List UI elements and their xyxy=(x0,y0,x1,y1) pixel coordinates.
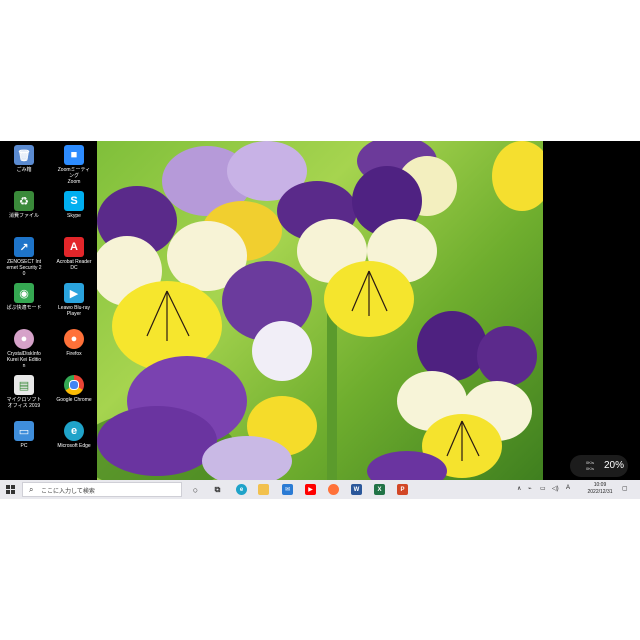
desktop-icon-label: Leawo Blu-ray Player xyxy=(58,305,90,317)
clock-date: 2022/12/31 xyxy=(587,489,613,495)
desktop-screen: 🗑 ごみ箱 ■ Zoomミーティング Zoom ♻ 消費ファイル S Skype… xyxy=(0,141,640,499)
desktop-icon-label: ZENOSECT Internet Security 20 xyxy=(6,259,42,277)
word-icon[interactable]: W xyxy=(351,484,362,495)
recycle-bin-icon: 🗑 xyxy=(14,145,34,165)
firefox-icon[interactable] xyxy=(328,484,339,495)
desktop-icon-chrome[interactable]: Google Chrome xyxy=(56,375,92,403)
edge-icon[interactable]: e xyxy=(236,484,247,495)
taskbar: ⌕ ここに入力して検索 ○ ⧉ e ✉ ▶ W X P ∧ ⌁ ▭ ◁) A 1… xyxy=(0,480,640,499)
desktop-icon-label: Zoomミーティング Zoom xyxy=(57,167,91,185)
pansy-flowers-image xyxy=(97,141,543,480)
cortana-icon[interactable]: ○ xyxy=(190,484,201,495)
usage-percent: 20% xyxy=(604,460,625,471)
battery-icon[interactable]: ▭ xyxy=(540,485,546,492)
desktop-icon-label: 消費ファイル xyxy=(8,213,39,219)
desktop-icon-label: ぱぶ快適モード xyxy=(6,305,42,311)
taskbar-search-box[interactable]: ⌕ ここに入力して検索 xyxy=(22,482,182,497)
desktop-icon-security[interactable]: ↗ ZENOSECT Internet Security 20 xyxy=(6,237,42,277)
ime-indicator[interactable]: A xyxy=(566,485,570,491)
desktop-icon-recycle-file[interactable]: ♻ 消費ファイル xyxy=(6,191,42,219)
desktop-icon-eye-mode[interactable]: ◉ ぱぶ快適モード xyxy=(6,283,42,311)
desktop-icon-label: CrystalDiskInfo Kurei Kei Edition xyxy=(6,351,42,369)
search-icon: ⌕ xyxy=(29,485,34,494)
excel-icon[interactable]: X xyxy=(374,484,385,495)
desktop-icon-label: Google Chrome xyxy=(56,397,92,403)
firefox-icon: ● xyxy=(64,329,84,349)
desktop-icon-office[interactable]: ▤ マイクロソフトオフィス 2019 xyxy=(6,375,42,409)
desktop-icon-label: Acrobat Reader DC xyxy=(56,259,92,271)
search-placeholder: ここに入力して検索 xyxy=(41,489,95,495)
bluray-player-icon: ▶ xyxy=(64,283,84,303)
desktop-icon-label: Firefox xyxy=(66,351,82,357)
task-view-icon[interactable]: ⧉ xyxy=(212,484,223,495)
system-clock[interactable]: 10:09 2022/12/31 xyxy=(582,482,618,496)
edge-icon: e xyxy=(64,421,84,441)
desktop-icon-skype[interactable]: S Skype xyxy=(56,191,92,219)
volume-icon[interactable]: ◁) xyxy=(552,485,559,492)
start-button[interactable] xyxy=(0,480,20,499)
desktop-icon-crystaldiskinfo[interactable]: ● CrystalDiskInfo Kurei Kei Edition xyxy=(6,329,42,369)
skype-icon: S xyxy=(64,191,84,211)
desktop-icon-acrobat[interactable]: A Acrobat Reader DC xyxy=(56,237,92,271)
desktop-icon-pc[interactable]: ▭ PC xyxy=(6,421,42,449)
desktop-icon-bluray-player[interactable]: ▶ Leawo Blu-ray Player xyxy=(56,283,92,317)
office-icon: ▤ xyxy=(14,375,34,395)
recycle-file-icon: ♻ xyxy=(14,191,34,211)
file-explorer-icon[interactable] xyxy=(258,484,269,495)
pc-icon: ▭ xyxy=(14,421,34,441)
desktop-icon-recycle-bin[interactable]: 🗑 ごみ箱 xyxy=(6,145,42,173)
desktop-icon-label: マイクロソフトオフィス 2019 xyxy=(6,397,42,409)
network-icon[interactable]: ⌁ xyxy=(528,485,532,492)
youtube-icon[interactable]: ▶ xyxy=(305,484,316,495)
show-hidden-icons-chevron-icon[interactable]: ∧ xyxy=(517,485,521,492)
desktop-icon-label: ごみ箱 xyxy=(16,167,32,173)
clock-time: 10:09 xyxy=(593,482,607,488)
desktop-icon-label: Microsoft Edge xyxy=(57,443,91,449)
desktop-icon-label: Skype xyxy=(67,213,81,219)
desktop-icon-zoom[interactable]: ■ Zoomミーティング Zoom xyxy=(56,145,92,185)
chrome-icon xyxy=(64,375,84,395)
mail-icon[interactable]: ✉ xyxy=(282,484,293,495)
upload-speed: 0K/s xyxy=(586,460,595,465)
zoom-icon: ■ xyxy=(64,145,84,165)
desktop-icon-label: PC xyxy=(20,443,28,449)
desktop-icon-edge[interactable]: e Microsoft Edge xyxy=(56,421,92,449)
powerpoint-icon[interactable]: P xyxy=(397,484,408,495)
download-speed: 0K/s xyxy=(586,466,595,471)
desktop-icon-firefox[interactable]: ● Firefox xyxy=(56,329,92,357)
notification-icon[interactable]: ▢ xyxy=(622,485,628,492)
eye-mode-icon: ◉ xyxy=(14,283,34,303)
windows-logo-icon xyxy=(5,485,15,494)
wallpaper xyxy=(97,141,543,480)
security-icon: ↗ xyxy=(14,237,34,257)
network-speed-widget[interactable]: 0K/s 0K/s 20% xyxy=(570,455,628,477)
acrobat-icon: A xyxy=(64,237,84,257)
crystaldiskinfo-icon: ● xyxy=(14,329,34,349)
